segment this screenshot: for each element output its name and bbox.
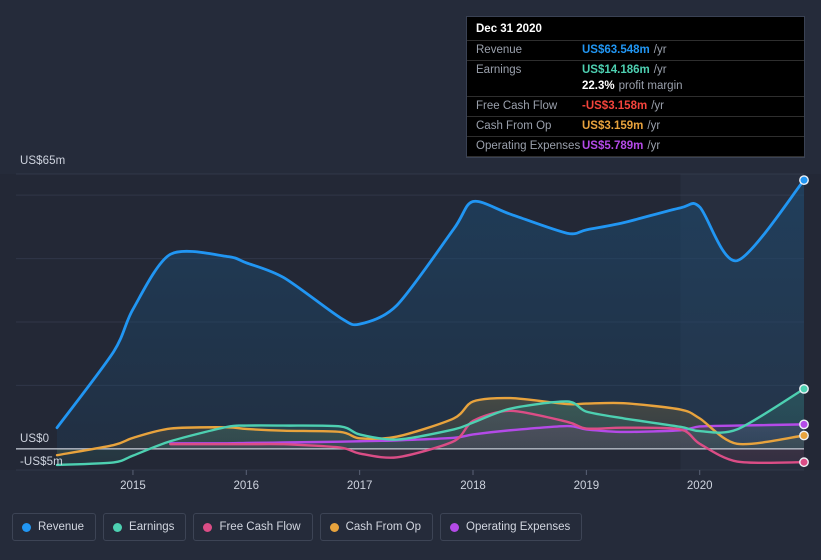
tooltip-row-value: US$3.159m bbox=[582, 120, 644, 132]
tooltip-row-label: Cash From Op bbox=[476, 120, 552, 132]
tooltip-row-unit: profit margin bbox=[618, 80, 683, 92]
financial-chart-page: US$65m US$0 -US$5m 2015 2016 2017 2018 2019 2… bbox=[0, 0, 821, 560]
legend-item-label: Free Cash Flow bbox=[219, 521, 301, 533]
tooltip-row-label: Revenue bbox=[476, 44, 523, 56]
x-axis-tick-2018: 2018 bbox=[460, 480, 486, 492]
legend-item-operating-expenses[interactable]: Operating Expenses bbox=[440, 513, 583, 541]
tooltip-row-value: US$63.548m bbox=[582, 44, 650, 56]
tooltip-row-unit: /yr bbox=[647, 140, 661, 152]
tooltip-row-label: Earnings bbox=[476, 64, 522, 76]
endpoint-marker-operating-expenses bbox=[799, 419, 809, 430]
legend-item-label: Cash From Op bbox=[345, 521, 422, 533]
tooltip-row: Earnings US$14.186m/yr bbox=[467, 60, 804, 80]
tooltip-row-unit: /yr bbox=[651, 100, 664, 112]
tooltip-row-value: US$5.789m bbox=[582, 140, 644, 152]
endpoint-marker-earnings bbox=[799, 383, 809, 394]
legend-item-cash-from-op[interactable]: Cash From Op bbox=[319, 513, 434, 541]
tooltip-row-label: Operating Expenses bbox=[476, 140, 581, 152]
tooltip-row: Operating Expenses US$5.789m/yr bbox=[467, 136, 804, 157]
tooltip-row-value: US$14.186m bbox=[582, 64, 650, 76]
x-axis-tick-2020: 2020 bbox=[686, 480, 713, 492]
y-axis-label-zero: US$0 bbox=[20, 433, 50, 445]
legend-item-revenue[interactable]: Revenue bbox=[12, 513, 97, 541]
legend-swatch-icon bbox=[203, 522, 213, 532]
tooltip-row-unit: /yr bbox=[653, 44, 667, 56]
tooltip-row-value: -US$3.158m bbox=[582, 100, 648, 112]
endpoint-marker-cash-from-op bbox=[799, 430, 809, 441]
x-axis-tick-2017: 2017 bbox=[346, 480, 373, 492]
x-axis-tick-2016: 2016 bbox=[233, 480, 260, 492]
endpoint-marker-free-cash-flow bbox=[799, 457, 809, 468]
legend-swatch-icon bbox=[113, 522, 123, 532]
chart-legend[interactable]: Revenue Earnings Free Cash Flow Cash From O… bbox=[12, 513, 583, 541]
endpoint-marker-revenue bbox=[799, 175, 809, 186]
tooltip-row: Cash From Op US$3.159m/yr bbox=[467, 116, 804, 136]
tooltip-row-unit: /yr bbox=[653, 64, 667, 76]
tooltip-row: Revenue US$63.548m/yr bbox=[467, 40, 804, 60]
legend-item-label: Earnings bbox=[129, 521, 175, 533]
y-axis-label-bottom: -US$5m bbox=[20, 456, 63, 468]
tooltip-row: Free Cash Flow -US$3.158m/yr bbox=[467, 96, 804, 116]
tooltip-rows: Revenue US$63.548m/yr Earnings US$14.186m/y… bbox=[467, 40, 804, 157]
legend-item-free-cash-flow[interactable]: Free Cash Flow bbox=[193, 513, 313, 541]
legend-item-label: Revenue bbox=[38, 521, 85, 533]
x-axis-tick-2019: 2019 bbox=[573, 480, 600, 492]
tooltip-row-unit: /yr bbox=[647, 120, 661, 132]
legend-swatch-icon bbox=[450, 522, 460, 532]
tooltip-row: 22.3% profit margin bbox=[467, 80, 804, 96]
tooltip-date: Dec 31 2020 bbox=[476, 23, 542, 35]
x-axis-tick-2015: 2015 bbox=[120, 480, 146, 492]
legend-item-label: Operating Expenses bbox=[466, 521, 571, 533]
tooltip-row-label: Free Cash Flow bbox=[476, 100, 558, 112]
data-tooltip: Dec 31 2020 Revenue US$63.548m/yr Earnings… bbox=[466, 16, 805, 158]
legend-swatch-icon bbox=[22, 522, 31, 532]
legend-swatch-icon bbox=[329, 522, 339, 532]
legend-item-earnings[interactable]: Earnings bbox=[103, 513, 187, 541]
tooltip-row-value: 22.3% bbox=[582, 80, 615, 92]
y-axis-label-top: US$65m bbox=[20, 155, 66, 167]
